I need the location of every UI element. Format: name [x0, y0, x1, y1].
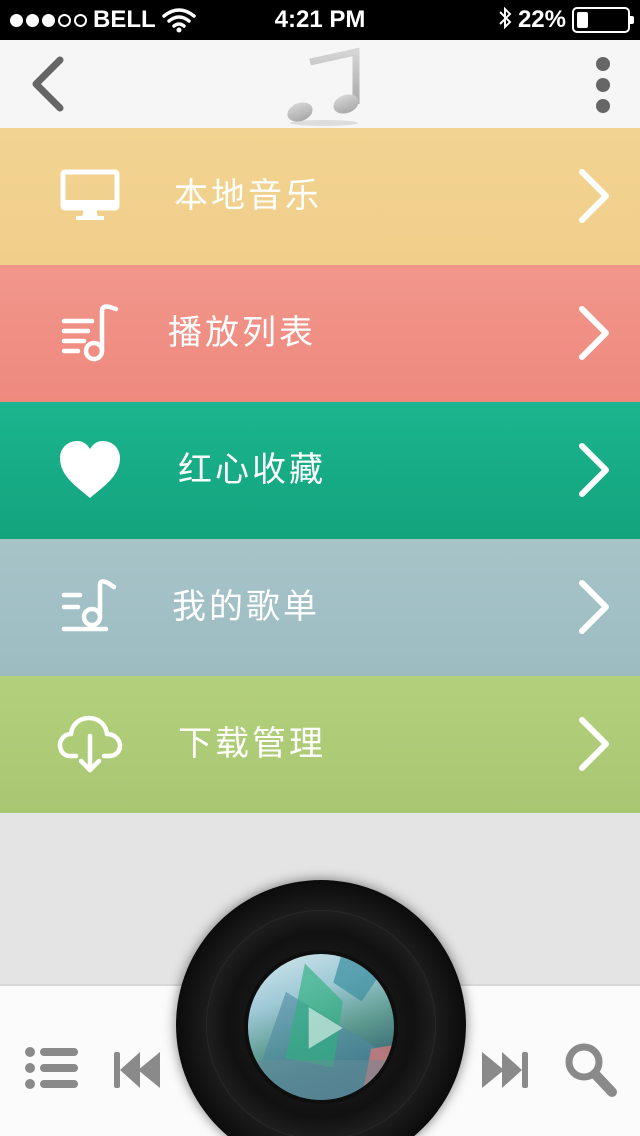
status-bar: BELL 4:21 PM 22%: [0, 0, 640, 40]
cloud-download-icon: [57, 715, 123, 773]
music-note-icon: [287, 47, 360, 126]
chevron-right-icon: [579, 306, 609, 360]
chevron-right-icon: [579, 580, 609, 634]
battery-icon: [572, 7, 634, 33]
heart-icon: [60, 441, 120, 498]
playlist-note-icon: [61, 304, 119, 362]
menu-item-my-songlist[interactable]: 我的歌单: [0, 539, 640, 676]
previous-icon[interactable]: [112, 1050, 162, 1090]
menu-item-label: 我的歌单: [172, 587, 320, 627]
search-icon[interactable]: [564, 1042, 618, 1098]
menu-item-downloads[interactable]: 下载管理: [0, 676, 640, 813]
chevron-right-icon: [579, 169, 609, 223]
chevron-right-icon: [579, 717, 609, 771]
chevron-right-icon: [579, 443, 609, 497]
bluetooth-icon: [498, 6, 512, 34]
menu-item-favorites[interactable]: 红心收藏: [0, 402, 640, 539]
nav-bar: [0, 40, 640, 128]
battery-percent: 22%: [517, 6, 566, 33]
menu-item-local-music[interactable]: 本地音乐: [0, 128, 640, 265]
menu-item-label: 本地音乐: [174, 176, 322, 216]
album-cover[interactable]: [244, 950, 398, 1104]
list-icon[interactable]: [24, 1046, 80, 1090]
vertical-dots-icon[interactable]: [588, 56, 618, 114]
menu-item-label: 播放列表: [168, 313, 316, 353]
my-songlist-icon: [61, 579, 117, 632]
chevron-left-icon[interactable]: [24, 54, 74, 114]
menu-item-label: 下载管理: [178, 724, 326, 764]
menu-item-playlist[interactable]: 播放列表: [0, 265, 640, 402]
main-menu: 本地音乐 播放列表 红心收藏 我的歌单 下载管理: [0, 128, 640, 813]
next-icon[interactable]: [480, 1050, 530, 1090]
vinyl-disc[interactable]: [176, 880, 466, 1136]
monitor-icon: [60, 169, 120, 220]
menu-item-label: 红心收藏: [178, 450, 326, 490]
